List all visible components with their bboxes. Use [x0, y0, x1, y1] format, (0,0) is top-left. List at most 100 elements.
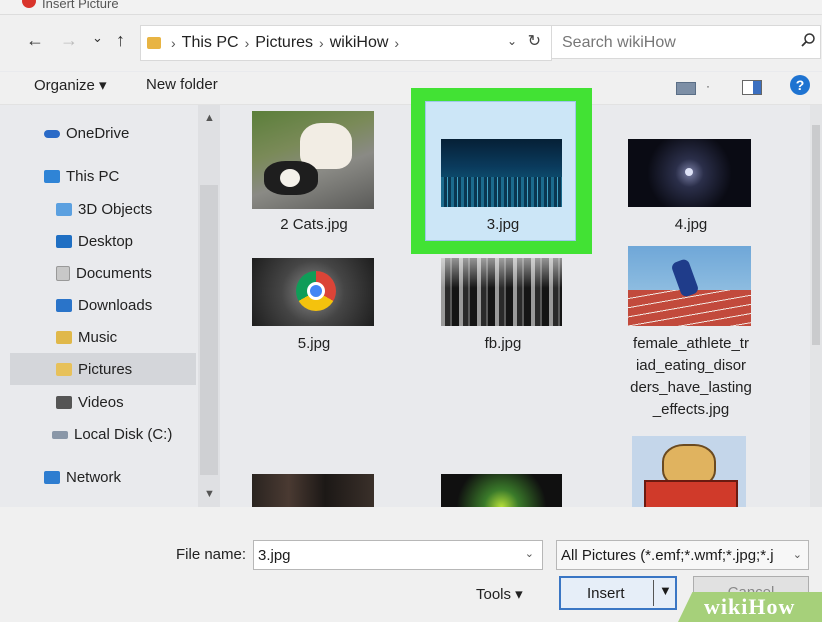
app-icon	[22, 0, 36, 8]
file-type-select[interactable]: All Pictures (*.emf;*.wmf;*.jpg;*.j ⌄	[556, 540, 809, 570]
file-thumbnail-stage-light[interactable]	[441, 474, 562, 507]
content-scrollbar-thumb[interactable]	[812, 125, 820, 345]
sidebar-item-3d-objects[interactable]: 3D Objects	[56, 201, 152, 218]
window-title: Insert Picture	[42, 0, 119, 11]
sidebar-item-network[interactable]: Network	[44, 469, 121, 486]
file-type-value: All Pictures (*.emf;*.wmf;*.jpg;*.j	[561, 547, 774, 564]
breadcrumb-separator[interactable]: ›	[319, 35, 324, 51]
sidebar-item-downloads[interactable]: Downloads	[56, 297, 152, 314]
pictures-icon	[56, 362, 72, 376]
videos-icon	[56, 396, 72, 409]
sidebar-item-label: Documents	[76, 265, 152, 282]
cloud-icon	[44, 129, 60, 138]
recent-locations-icon[interactable]: ⌄	[92, 30, 103, 46]
computer-icon	[44, 170, 60, 183]
change-view-icon[interactable]	[676, 82, 696, 95]
sidebar-item-label: Pictures	[78, 360, 133, 378]
search-input[interactable]: Search wikiHow	[551, 25, 821, 59]
sidebar-scrollbar-thumb[interactable]	[200, 185, 218, 475]
network-icon	[44, 471, 60, 484]
insert-label: Insert	[587, 585, 625, 602]
scroll-down-icon[interactable]: ▼	[204, 488, 215, 500]
file-name-line: female_athlete_tr	[633, 335, 749, 352]
file-name-label: File name:	[176, 546, 247, 563]
sidebar-item-desktop[interactable]: Desktop	[56, 233, 133, 250]
file-name[interactable]: 5.jpg	[252, 333, 376, 355]
sidebar-item-label: Network	[66, 469, 122, 486]
file-thumbnail-dark-room[interactable]	[252, 474, 374, 507]
city-lights	[441, 177, 562, 207]
chrome-center	[307, 282, 325, 300]
breadcrumb-separator[interactable]: ›	[245, 35, 250, 51]
view-options-dropdown-icon[interactable]: ·	[706, 79, 710, 93]
cartoon-book	[644, 480, 738, 507]
scroll-up-icon[interactable]: ▲	[204, 112, 215, 124]
file-thumbnail-cartoon-dog[interactable]	[632, 436, 746, 507]
file-name-line: ders_have_lasting	[630, 379, 752, 396]
file-name-multiline[interactable]: female_athlete_tr iad_eating_disor ders_…	[624, 333, 758, 421]
file-name[interactable]: 3.jpg	[441, 214, 565, 236]
file-thumbnail-cats[interactable]	[252, 111, 374, 209]
refresh-icon[interactable]: ↻	[528, 31, 541, 51]
file-thumbnail-5[interactable]	[252, 258, 374, 326]
file-name-value: 3.jpg	[258, 547, 291, 564]
file-name-line: _effects.jpg	[652, 401, 730, 418]
sidebar-item-label: Desktop	[78, 233, 134, 250]
up-arrow-icon[interactable]: ↑	[116, 30, 125, 51]
back-arrow-icon[interactable]: ←	[26, 30, 44, 51]
search-icon[interactable]	[800, 32, 816, 53]
file-name-line: iad_eating_disor	[635, 357, 747, 374]
sidebar-item-documents[interactable]: Documents	[56, 265, 152, 282]
3d-objects-icon	[56, 203, 72, 216]
organize-button[interactable]: Organize ▾	[34, 76, 107, 94]
cat-white-patch	[280, 169, 300, 187]
file-name-input[interactable]: 3.jpg ⌄	[253, 540, 543, 570]
tools-button[interactable]: Tools ▾	[476, 585, 523, 603]
file-thumbnail-fb[interactable]	[441, 258, 562, 326]
preview-pane-icon[interactable]	[742, 80, 762, 95]
sidebar-item-label: OneDrive	[66, 125, 130, 142]
file-thumbnail-4[interactable]	[628, 139, 751, 207]
watermark-text: wikiHow	[704, 594, 796, 619]
new-folder-button[interactable]: New folder	[146, 76, 218, 93]
breadcrumb-separator[interactable]: ›	[394, 35, 399, 51]
desktop-icon	[56, 235, 72, 248]
sidebar-item-this-pc[interactable]: This PC	[44, 168, 119, 185]
sidebar-item-label: This PC	[66, 168, 120, 185]
file-thumbnail-3[interactable]	[441, 139, 562, 207]
file-name[interactable]: 2 Cats.jpg	[252, 214, 376, 236]
sidebar-item-onedrive[interactable]: OneDrive	[44, 125, 129, 142]
fog-layer	[441, 258, 562, 288]
insert-dropdown-icon[interactable]: ▼	[659, 583, 672, 598]
orb-center	[685, 168, 693, 176]
button-divider	[653, 580, 654, 606]
file-name[interactable]: fb.jpg	[441, 333, 565, 355]
disk-icon	[52, 430, 68, 439]
insert-button[interactable]: Insert ▼	[559, 576, 677, 610]
sidebar-item-label: Music	[78, 329, 118, 346]
sidebar-item-label: 3D Objects	[78, 201, 153, 218]
folder-icon	[147, 37, 161, 49]
sidebar-item-videos[interactable]: Videos	[56, 394, 124, 411]
sidebar-item-label: Downloads	[78, 297, 153, 314]
breadcrumb-pictures[interactable]: Pictures	[255, 34, 313, 52]
file-name[interactable]: 4.jpg	[629, 214, 753, 236]
sidebar-item-music[interactable]: Music	[56, 329, 117, 346]
sidebar-item-label: Videos	[78, 394, 124, 411]
music-icon	[56, 331, 72, 344]
help-icon[interactable]: ?	[790, 75, 810, 95]
address-dropdown-icon[interactable]: ⌄	[507, 34, 517, 48]
breadcrumb[interactable]: › This PC › Pictures › wikiHow › ⌄ ↻	[140, 25, 552, 61]
forward-arrow-icon[interactable]: →	[60, 30, 78, 51]
chevron-down-icon[interactable]: ⌄	[792, 548, 802, 561]
sidebar-item-pictures[interactable]: Pictures	[10, 353, 196, 385]
title-bar: Insert Picture	[0, 0, 822, 15]
chevron-down-icon[interactable]: ⌄	[525, 547, 534, 560]
sidebar-item-local-disk[interactable]: Local Disk (C:)	[52, 426, 172, 443]
file-thumbnail-athlete[interactable]	[628, 246, 751, 326]
breadcrumb-separator[interactable]: ›	[171, 35, 176, 51]
breadcrumb-this-pc[interactable]: This PC	[182, 34, 239, 52]
sidebar-item-label: Local Disk (C:)	[74, 426, 173, 443]
downloads-icon	[56, 299, 72, 312]
breadcrumb-wikihow[interactable]: wikiHow	[330, 34, 389, 52]
